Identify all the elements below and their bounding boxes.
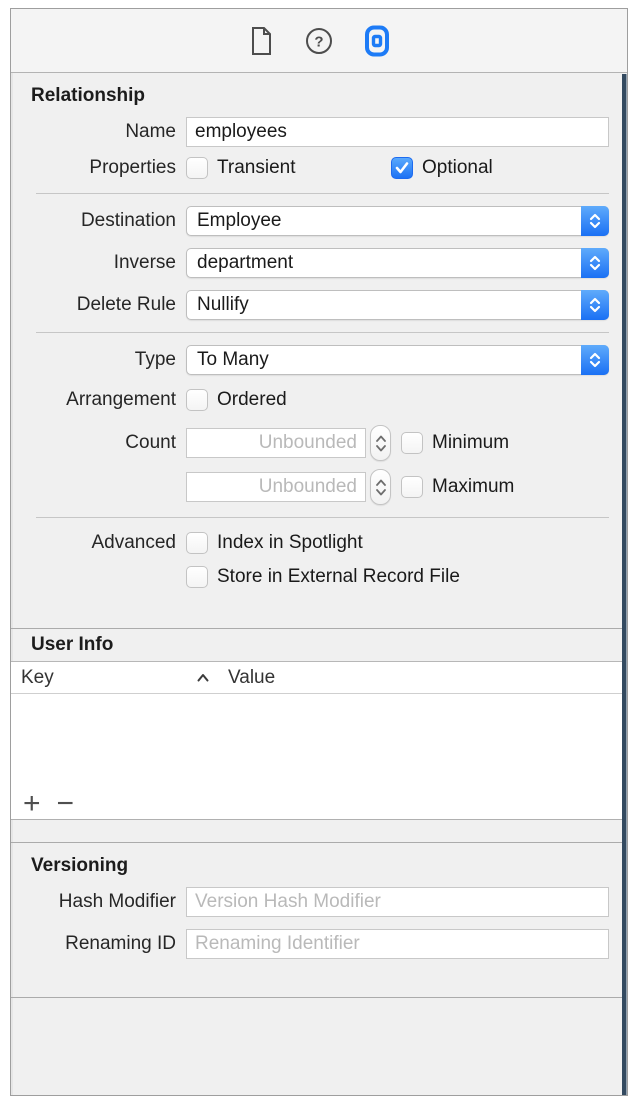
advanced-row-2: Store in External Record File: [11, 564, 609, 590]
count-label: Count: [11, 432, 186, 454]
type-select[interactable]: To Many: [186, 345, 609, 375]
optional-checkbox[interactable]: [391, 157, 413, 179]
file-inspector-tab[interactable]: [246, 24, 276, 58]
chevron-up-icon: [375, 479, 387, 486]
optional-label: Optional: [422, 157, 493, 179]
versioning-section-title: Versioning: [31, 855, 627, 877]
remove-row-button[interactable]: −: [57, 789, 75, 819]
name-row: Name: [11, 117, 609, 147]
arrangement-label: Arrangement: [11, 389, 186, 411]
hash-modifier-row: Hash Modifier: [11, 887, 609, 917]
type-row: Type To Many: [11, 345, 609, 375]
advanced-label: Advanced: [11, 532, 186, 554]
transient-checkbox[interactable]: [186, 157, 208, 179]
chevron-up-down-icon: [581, 345, 609, 375]
svg-text:?: ?: [314, 33, 323, 50]
inverse-value: department: [197, 252, 293, 273]
data-model-inspector-icon: [364, 25, 390, 57]
chevron-up-down-icon: [581, 206, 609, 236]
user-info-section-title: User Info: [31, 634, 113, 656]
delete-rule-select[interactable]: Nullify: [186, 290, 609, 320]
renaming-id-label: Renaming ID: [11, 933, 186, 955]
chevron-down-icon: [375, 489, 387, 496]
check-icon: [395, 162, 409, 174]
divider: [36, 332, 609, 333]
chevron-up-down-icon: [581, 290, 609, 320]
help-icon: ?: [305, 27, 333, 55]
name-input[interactable]: [186, 117, 609, 147]
ordered-checkbox-group: Ordered: [186, 389, 287, 411]
destination-row: Destination Employee: [11, 206, 609, 236]
transient-label: Transient: [217, 157, 296, 179]
user-info-table-body[interactable]: + −: [11, 694, 627, 820]
maximum-checkbox[interactable]: [401, 476, 423, 498]
chevron-up-down-icon: [581, 248, 609, 278]
inspector-tab-bar: ?: [11, 9, 627, 73]
count-max-row: Maximum: [11, 469, 609, 505]
empty-area: [11, 998, 627, 1095]
advanced-row-1: Advanced Index in Spotlight: [11, 530, 609, 556]
user-info-table-header: Key Value: [11, 661, 627, 694]
minimum-checkbox-group: Minimum: [401, 432, 509, 454]
transient-checkbox-group: Transient: [186, 157, 296, 179]
count-min-stepper[interactable]: [370, 425, 391, 461]
delete-rule-row: Delete Rule Nullify: [11, 290, 609, 320]
count-min-input[interactable]: [186, 428, 366, 458]
inverse-select[interactable]: department: [186, 248, 609, 278]
index-spotlight-label: Index in Spotlight: [217, 532, 363, 554]
inverse-row: Inverse department: [11, 248, 609, 278]
external-record-checkbox[interactable]: [186, 566, 208, 588]
arrangement-row: Arrangement Ordered: [11, 387, 609, 413]
inspector-panel: ? Relationship Name Properties: [10, 8, 628, 1096]
data-model-inspector-tab[interactable]: [362, 24, 392, 58]
external-record-checkbox-group: Store in External Record File: [186, 566, 460, 588]
type-value: To Many: [197, 349, 269, 370]
ordered-checkbox[interactable]: [186, 389, 208, 411]
versioning-section: Versioning Hash Modifier Renaming ID: [11, 843, 627, 997]
divider: [36, 517, 609, 518]
destination-select[interactable]: Employee: [186, 206, 609, 236]
divider: [36, 193, 609, 194]
type-label: Type: [11, 349, 186, 371]
relationship-section-title: Relationship: [31, 85, 627, 107]
hash-modifier-input[interactable]: [186, 887, 609, 917]
sort-ascending-icon: [196, 673, 210, 682]
destination-value: Employee: [197, 210, 282, 231]
value-column-header[interactable]: Value: [216, 667, 275, 689]
hash-modifier-label: Hash Modifier: [11, 891, 186, 913]
maximum-label: Maximum: [432, 476, 514, 498]
renaming-id-row: Renaming ID: [11, 929, 609, 959]
chevron-up-icon: [375, 435, 387, 442]
index-spotlight-checkbox-group: Index in Spotlight: [186, 532, 363, 554]
properties-label: Properties: [11, 157, 186, 179]
index-spotlight-checkbox[interactable]: [186, 532, 208, 554]
external-record-label: Store in External Record File: [217, 566, 460, 588]
renaming-id-input[interactable]: [186, 929, 609, 959]
count-max-stepper[interactable]: [370, 469, 391, 505]
count-min-row: Count Minimum: [11, 425, 609, 461]
count-max-input[interactable]: [186, 472, 366, 502]
document-icon: [249, 26, 273, 56]
optional-checkbox-group: Optional: [391, 157, 493, 179]
key-column-header[interactable]: Key: [21, 667, 54, 689]
minimum-label: Minimum: [432, 432, 509, 454]
delete-rule-label: Delete Rule: [11, 294, 186, 316]
ordered-label: Ordered: [217, 389, 287, 411]
user-info-section: User Info: [11, 629, 627, 661]
add-row-button[interactable]: +: [23, 789, 41, 819]
chevron-down-icon: [375, 445, 387, 452]
editor-split-edge: [622, 74, 627, 1095]
maximum-checkbox-group: Maximum: [401, 476, 514, 498]
properties-row: Properties Transient Optional: [11, 155, 609, 181]
quick-help-inspector-tab[interactable]: ?: [304, 24, 334, 58]
inverse-label: Inverse: [11, 252, 186, 274]
minimum-checkbox[interactable]: [401, 432, 423, 454]
relationship-section: Relationship Name Properties Transient: [11, 73, 627, 628]
delete-rule-value: Nullify: [197, 294, 249, 315]
destination-label: Destination: [11, 210, 186, 232]
name-label: Name: [11, 121, 186, 143]
